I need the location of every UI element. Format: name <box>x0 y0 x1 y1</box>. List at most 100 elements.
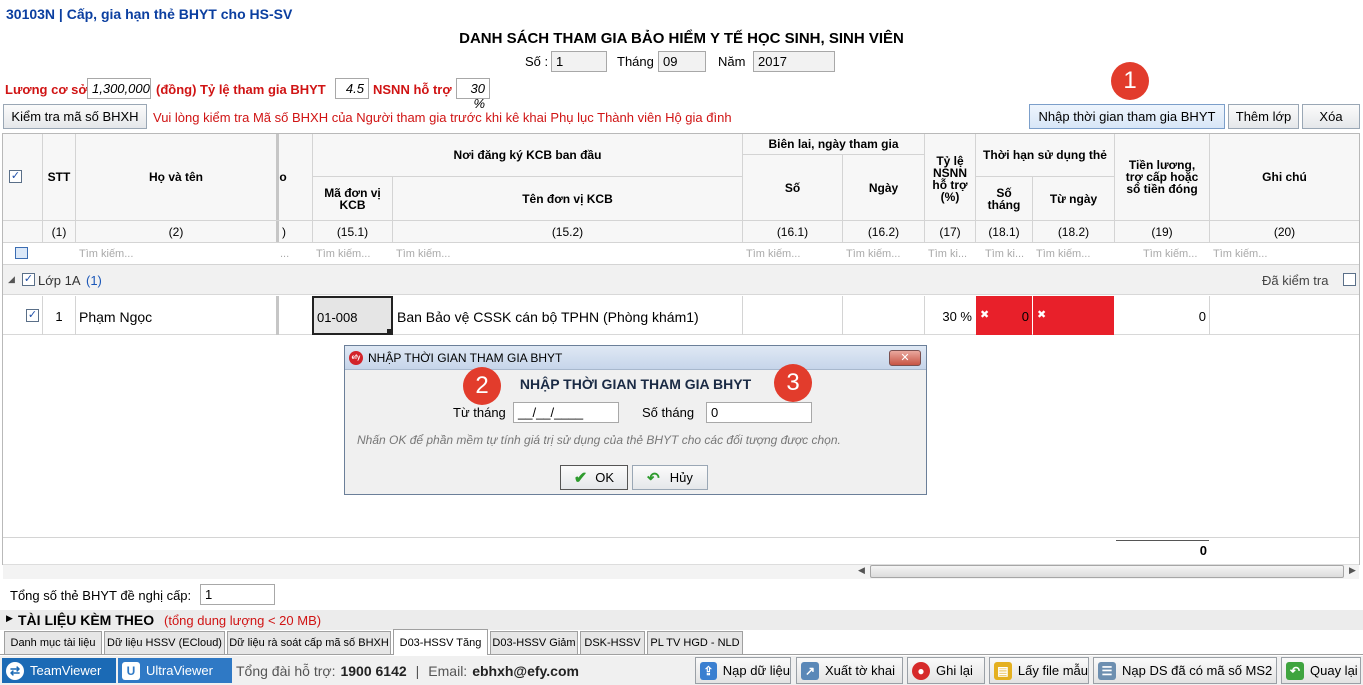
nhap-thoi-gian-button[interactable]: Nhập thời gian tham gia BHYT <box>1029 104 1225 129</box>
nsnn-label: NSNN hỗ trợ <box>373 82 452 97</box>
col-so-thang[interactable]: Số tháng <box>976 177 1032 220</box>
row-stt: 1 <box>55 309 63 324</box>
group-collapse-icon[interactable]: ◢ <box>8 274 15 285</box>
search-tyle[interactable]: Tìm ki... <box>928 248 974 260</box>
scroll-left-icon[interactable]: ◀ <box>858 565 865 576</box>
col-cut: o <box>279 170 287 184</box>
nam-field[interactable]: 2017 <box>753 51 835 72</box>
idx-tyle: (17) <box>939 225 961 239</box>
col-tien-luong[interactable]: Tiền lương, trợ cấp hoặc số tiền đóng <box>1115 134 1209 220</box>
col-tu-ngay[interactable]: Từ ngày <box>1033 177 1114 220</box>
row-name[interactable]: Phạm Ngọc <box>79 309 152 325</box>
col-ghi-chu[interactable]: Ghi chú <box>1210 134 1359 220</box>
step-badge-2: 2 <box>463 367 501 405</box>
xuat-to-khai-button[interactable]: ↗ Xuất tờ khai <box>796 657 903 684</box>
col-ho-ten[interactable]: Họ và tên <box>76 134 276 220</box>
tab-pl-tv-hgd[interactable]: PL TV HGD - NLD <box>647 631 743 654</box>
row-ma-cell[interactable]: 01-008 <box>312 296 393 335</box>
search-cut[interactable]: ... <box>280 248 310 260</box>
ok-button[interactable]: ✔ OK <box>560 465 628 490</box>
tyle-field[interactable]: 4.5 <box>335 78 369 99</box>
so-thang-label: Số tháng <box>642 405 695 420</box>
row-ten[interactable]: Ban Bảo vệ CSSK cán bộ TPHN (Phòng khám1… <box>397 309 699 325</box>
tab-d03-hssv-giam[interactable]: D03-HSSV Giảm <box>490 631 578 654</box>
so-thang-input[interactable]: 0 <box>706 402 812 423</box>
col-ten-don-vi[interactable]: Tên đơn vị KCB <box>393 177 742 220</box>
check-bhxh-button[interactable]: Kiểm tra mã số BHXH <box>3 104 147 129</box>
error-icon: ✖ <box>980 309 990 321</box>
email-value[interactable]: ebhxh@efy.com <box>472 663 579 679</box>
nsnn-field[interactable]: 30 % <box>456 78 490 111</box>
email-label: Email: <box>428 663 468 679</box>
error-icon: ✖ <box>1037 309 1047 321</box>
tong-field[interactable]: 1 <box>200 584 275 605</box>
tong-label: Tổng số thẻ BHYT đề nghị cấp: <box>10 588 192 603</box>
file-icon: ▤ <box>994 661 1012 680</box>
scroll-right-icon[interactable]: ▶ <box>1349 565 1356 576</box>
col-bien-lai: Biên lai, ngày tham gia <box>768 137 899 151</box>
lay-file-mau-button[interactable]: ▤ Lấy file mẫu <box>989 657 1089 684</box>
search-ho-ten[interactable]: Tìm kiếm... <box>79 248 274 260</box>
select-all-checkbox[interactable]: ✓ <box>9 170 22 183</box>
nap-ds-button[interactable]: ☰ Nạp DS đã có mã số MS2 <box>1093 657 1277 684</box>
teamviewer-button[interactable]: ⇄ TeamViewer <box>2 658 116 683</box>
efy-logo-icon: efy <box>349 351 363 365</box>
thang-field[interactable]: 09 <box>658 51 706 72</box>
so-field[interactable]: 1 <box>551 51 607 72</box>
upload-icon: ⇪ <box>700 661 717 680</box>
quay-lai-button[interactable]: ↶ Quay lại <box>1281 657 1361 684</box>
undo-icon: ↶ <box>647 469 660 487</box>
tu-thang-input[interactable]: __/__/____ <box>513 402 619 423</box>
nap-du-lieu-button[interactable]: ⇪ Nạp dữ liệu <box>695 657 791 684</box>
ghi-lai-button[interactable]: ● Ghi lại <box>907 657 985 684</box>
ultraviewer-button[interactable]: U UltraViewer <box>118 658 232 683</box>
group-checkbox[interactable]: ✓ <box>22 273 35 286</box>
ghi-lai-label: Ghi lại <box>936 663 973 678</box>
tab-dsk-hssv[interactable]: DSK-HSSV <box>580 631 645 654</box>
row-checkbox[interactable]: ✓ <box>26 309 39 322</box>
tab-d03-hssv-tang[interactable]: D03-HSSV Tăng <box>393 629 488 655</box>
checked-label: Đã kiểm tra <box>1262 273 1329 288</box>
them-lop-button[interactable]: Thêm lớp <box>1228 104 1299 129</box>
expand-icon[interactable]: ▶ <box>6 613 13 624</box>
hotline-label: Tổng đài hỗ trợ: <box>236 663 336 679</box>
tai-lieu-title[interactable]: TÀI LIỆU KÈM THEO <box>18 612 154 628</box>
col-stt[interactable]: STT <box>43 134 75 220</box>
search-ten[interactable]: Tìm kiếm... <box>396 248 740 260</box>
step-badge-3: 3 <box>774 364 812 402</box>
search-so[interactable]: Tìm kiếm... <box>746 248 840 260</box>
luong-field[interactable]: 1,300,000 <box>87 78 151 99</box>
search-ma[interactable]: Tìm kiếm... <box>316 248 390 260</box>
search-sothang[interactable]: Tìm ki... <box>985 248 1031 260</box>
so-label: Số : <box>525 54 549 69</box>
group-label: Lớp 1A <box>38 273 81 288</box>
search-ngay[interactable]: Tìm kiếm... <box>846 248 922 260</box>
col-ngay[interactable]: Ngày <box>843 155 924 220</box>
tab-danh-muc-tai-lieu[interactable]: Danh mục tài liệu <box>4 631 102 654</box>
tyle-label: (đồng) Tỷ lệ tham gia BHYT <box>156 82 326 97</box>
search-ghichu[interactable]: Tìm kiếm... <box>1213 248 1357 260</box>
tab-du-lieu-hssv[interactable]: Dữ liệu HSSV (ECloud) <box>104 631 225 654</box>
dialog-note: Nhấn OK để phần mềm tự tính giá trị sử d… <box>357 433 841 447</box>
lay-file-mau-label: Lấy file mẫu <box>1017 663 1088 678</box>
idx-stt: (1) <box>51 225 67 239</box>
idx-tungay: (18.2) <box>1057 225 1090 239</box>
scroll-thumb[interactable] <box>870 565 1344 578</box>
search-tien[interactable]: Tìm kiếm... <box>1143 248 1207 260</box>
tab-du-lieu-ra-soat[interactable]: Dữ liệu rà soát cấp mã số BHXH <box>227 631 391 654</box>
warning-text: Vui lòng kiểm tra Mã số BHXH của Người t… <box>153 110 732 125</box>
col-so[interactable]: Số <box>743 155 842 220</box>
teamviewer-icon: ⇄ <box>6 661 24 680</box>
dialog-close-button[interactable]: ✕ <box>889 350 921 366</box>
col-ty-le[interactable]: Tỷ lệ NSNN hỗ trợ (%) <box>926 144 974 214</box>
checked-checkbox[interactable] <box>1343 273 1356 286</box>
xoa-button[interactable]: Xóa <box>1302 104 1360 129</box>
list-icon: ☰ <box>1098 661 1116 680</box>
cancel-button[interactable]: ↶ Hủy <box>632 465 708 490</box>
row-tyle[interactable]: 30 % <box>925 309 972 324</box>
col-ma-don-vi[interactable]: Mã đơn vị KCB <box>313 177 392 220</box>
search-tungay[interactable]: Tìm kiếm... <box>1036 248 1112 260</box>
filter-icon[interactable] <box>15 247 28 259</box>
dialog-heading: NHẬP THỜI GIAN THAM GIA BHYT <box>519 376 752 392</box>
row-tien[interactable]: 0 <box>1115 309 1206 324</box>
